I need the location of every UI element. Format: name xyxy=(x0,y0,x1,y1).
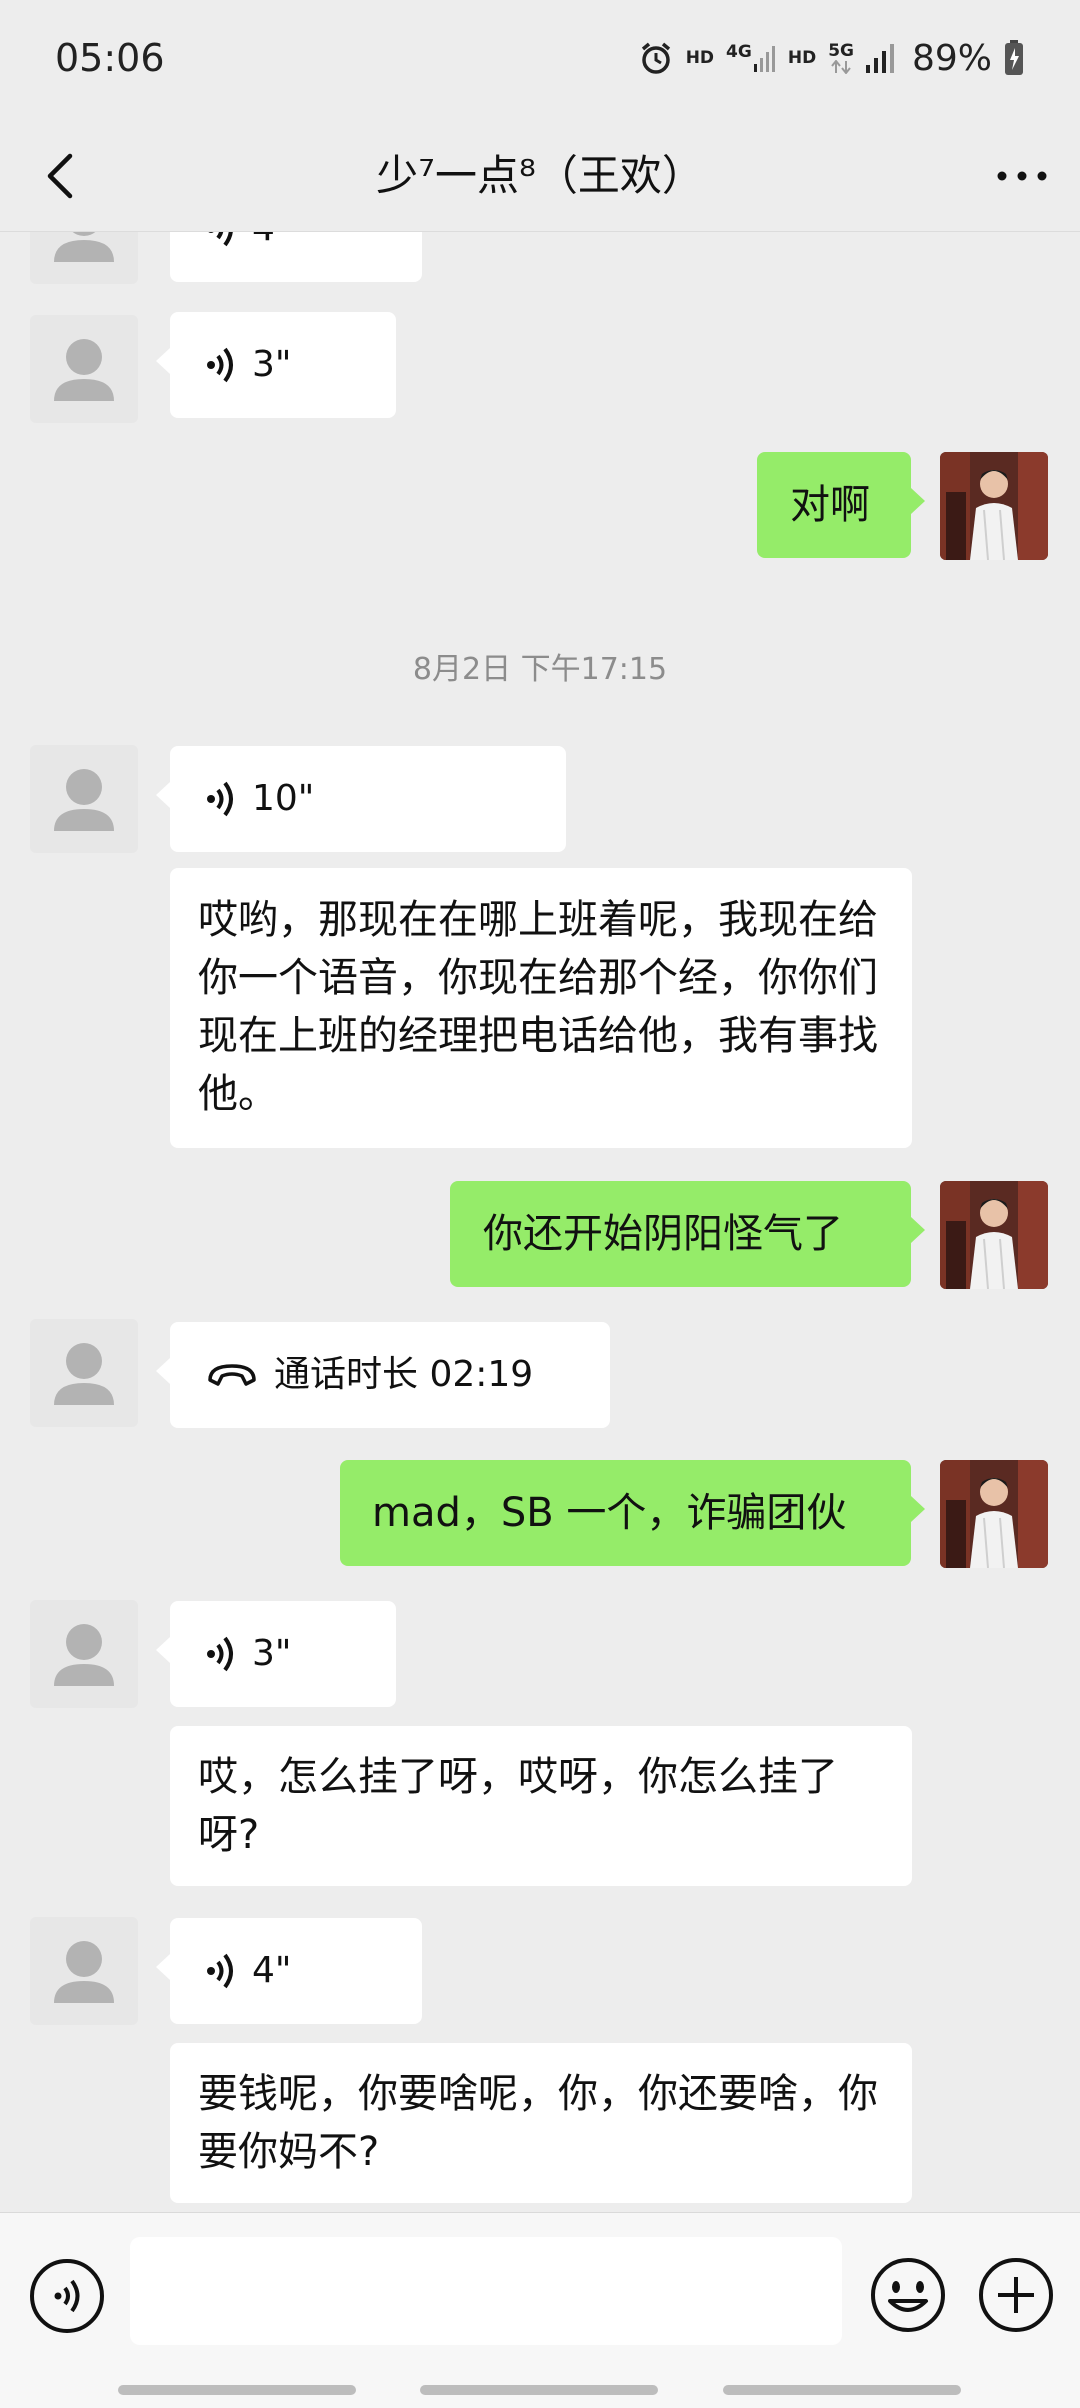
voice-content: 4" xyxy=(170,232,422,282)
my-avatar[interactable] xyxy=(940,1460,1048,1568)
contact-avatar[interactable] xyxy=(30,1600,138,1708)
hd-label-2: HD xyxy=(787,47,817,68)
message-text: 哎哟，那现在在哪上班着呢，我现在给你一个语音，你现在给那个经，你你们现在上班的经… xyxy=(198,897,878,1117)
emoji-icon[interactable] xyxy=(868,2255,948,2335)
network-5g-label: 5G xyxy=(828,40,854,61)
contact-avatar[interactable] xyxy=(30,315,138,423)
more-icon[interactable] xyxy=(992,146,1052,206)
bubble-tail xyxy=(911,1217,925,1243)
bubble-tail xyxy=(156,348,170,374)
message-text: 对啊 xyxy=(790,482,870,528)
voice-transcript[interactable]: 哎哟，那现在在哪上班着呢，我现在给你一个语音，你现在给那个经，你你们现在上班的经… xyxy=(170,868,912,1148)
my-avatar[interactable] xyxy=(940,1181,1048,1289)
call-record-message[interactable]: 通话时长 02:19 xyxy=(156,1322,610,1428)
voice-transcript[interactable]: 要钱呢，你要啥呢，你，你还要啥，你要你妈不? xyxy=(170,2043,912,2203)
default-avatar-icon xyxy=(54,769,114,831)
default-avatar-icon xyxy=(54,1941,114,2003)
message-timestamp: 8月2日 下午17:15 xyxy=(412,652,668,687)
voice-content: 10" xyxy=(170,746,566,852)
voice-content: 3" xyxy=(170,312,396,418)
signal-5g: 5G xyxy=(828,40,854,74)
user-photo-avatar xyxy=(940,452,1048,560)
contact-avatar[interactable] xyxy=(30,1917,138,2025)
voice-icon xyxy=(207,781,233,817)
voice-content: 3" xyxy=(170,1601,396,1707)
signal-bars-icon-2 xyxy=(865,44,894,73)
bubble-tail xyxy=(156,782,170,808)
call-icon xyxy=(208,1364,256,1386)
default-avatar-icon xyxy=(54,1624,114,1686)
voice-message[interactable]: 10" xyxy=(156,746,566,852)
voice-icon xyxy=(207,1953,233,1989)
chat-input-bar xyxy=(0,2212,1080,2408)
voice-icon xyxy=(207,347,233,383)
status-time: 05:06 xyxy=(55,36,165,80)
default-avatar-icon xyxy=(54,1343,114,1405)
message-text: 你还开始阴阳怪气了 xyxy=(483,1211,843,1257)
contact-avatar[interactable] xyxy=(30,232,138,284)
bubble-tail xyxy=(911,488,925,514)
chat-message-list[interactable]: 4" 3" 对啊 8月2日 下午17:15 xyxy=(0,232,1080,2212)
voice-icon xyxy=(207,1636,233,1672)
signal-4g: 4G xyxy=(726,44,776,72)
default-avatar-icon xyxy=(54,232,114,262)
call-duration-text: 通话时长 02:19 xyxy=(274,1354,534,1395)
bubble-tail xyxy=(156,1954,170,1980)
status-icons: HD 4G HD 5G 89% xyxy=(638,34,1024,82)
voice-message[interactable]: 3" xyxy=(156,1601,396,1707)
voice-duration: 10" xyxy=(252,778,315,819)
user-photo-avatar xyxy=(940,1181,1048,1289)
gesture-nav-pill-left xyxy=(118,2385,356,2395)
contact-avatar[interactable] xyxy=(30,1319,138,1427)
voice-message[interactable]: 4" xyxy=(156,1918,422,2024)
status-bar: 05:06 HD 4G HD 5G 89% xyxy=(0,0,1080,120)
voice-icon xyxy=(208,232,233,247)
alarm-icon xyxy=(641,42,670,74)
message-text: 要钱呢，你要啥呢，你，你还要啥，你要你妈不? xyxy=(198,2071,878,2175)
battery-icon xyxy=(1005,40,1023,75)
voice-duration: 4" xyxy=(252,232,291,258)
voice-input-toggle-icon[interactable] xyxy=(28,2257,106,2335)
data-arrows-icon xyxy=(831,59,851,74)
message-text: mad，SB 一个，诈骗团伙 xyxy=(372,1490,847,1536)
voice-duration: 3" xyxy=(252,1633,292,1674)
voice-message[interactable]: 4" xyxy=(170,232,422,282)
bubble-tail xyxy=(156,1358,170,1384)
network-4g-label: 4G xyxy=(726,42,752,62)
my-avatar[interactable] xyxy=(940,452,1048,560)
sent-text-message[interactable]: 你还开始阴阳怪气了 xyxy=(450,1181,925,1287)
gesture-nav-pill-center xyxy=(420,2385,658,2395)
plus-icon[interactable] xyxy=(976,2255,1056,2335)
chat-header: 少⁷一点⁸（王欢） xyxy=(0,120,1080,232)
contact-avatar[interactable] xyxy=(30,745,138,853)
sent-text-message[interactable]: mad，SB 一个，诈骗团伙 xyxy=(340,1460,925,1566)
hd-label-1: HD xyxy=(685,47,715,68)
voice-transcript[interactable]: 哎，怎么挂了呀，哎呀，你怎么挂了呀? xyxy=(170,1726,912,1886)
bubble-tail xyxy=(911,1496,925,1522)
voice-message[interactable]: 3" xyxy=(156,312,396,418)
voice-content: 4" xyxy=(170,1918,422,2024)
signal-bars-icon xyxy=(753,46,775,72)
user-photo-avatar xyxy=(940,1460,1048,1568)
message-text-input[interactable] xyxy=(130,2237,842,2345)
call-content: 通话时长 02:19 xyxy=(170,1322,610,1428)
gesture-nav-pill-right xyxy=(723,2385,961,2395)
message-text: 哎，怎么挂了呀，哎呀，你怎么挂了呀? xyxy=(198,1754,838,1858)
voice-duration: 4" xyxy=(252,1950,292,1991)
sent-text-message[interactable]: 对啊 xyxy=(757,452,925,558)
chat-title: 少⁷一点⁸（王欢） xyxy=(376,151,704,200)
voice-duration: 3" xyxy=(252,344,292,385)
default-avatar-icon xyxy=(54,339,114,401)
bubble-tail xyxy=(156,1637,170,1663)
battery-percent: 89% xyxy=(911,37,992,79)
